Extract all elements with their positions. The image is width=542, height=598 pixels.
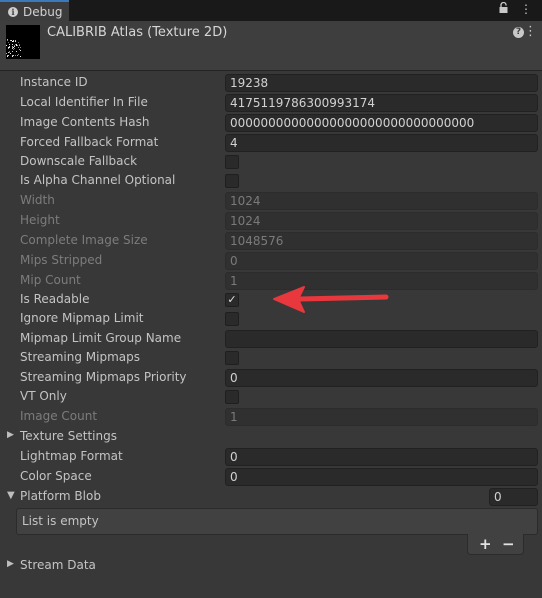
- row-lightmap-format: Lightmap Format 0: [0, 447, 542, 467]
- row-width: Width 1024: [0, 191, 542, 211]
- downscale-fallback-label: Downscale Fallback: [20, 154, 138, 168]
- texture-settings-label: Texture Settings: [20, 429, 117, 443]
- row-local-identifier-in-file: Local Identifier In File 4175119786300993…: [0, 93, 542, 113]
- mipmap-limit-group-name-field[interactable]: [225, 330, 538, 348]
- tab-bar: i Debug ⋮: [0, 0, 542, 21]
- mip-count-label: Mip Count: [20, 273, 81, 287]
- vt-only-label: VT Only: [20, 389, 67, 403]
- color-space-field[interactable]: 0: [225, 468, 538, 486]
- image-contents-hash-label: Image Contents Hash: [20, 115, 150, 129]
- vt-only-checkbox[interactable]: [225, 390, 239, 404]
- foldout-expanded-icon[interactable]: ▼: [7, 490, 15, 501]
- local-identifier-in-file-field[interactable]: 4175119786300993174: [225, 94, 538, 112]
- instance-id-label: Instance ID: [20, 75, 88, 89]
- inspector-header: CALIBRIB Atlas (Texture 2D) ? ⋮: [0, 21, 542, 71]
- is-alpha-channel-optional-label: Is Alpha Channel Optional: [20, 173, 176, 187]
- height-label: Height: [20, 213, 60, 227]
- lock-icon[interactable]: [499, 1, 508, 16]
- row-is-alpha-channel-optional: Is Alpha Channel Optional: [0, 171, 542, 191]
- tab-actions: ⋮: [499, 1, 532, 16]
- color-space-label: Color Space: [20, 469, 92, 483]
- complete-image-size-field: 1048576: [225, 232, 538, 250]
- row-forced-fallback-format: Forced Fallback Format 4: [0, 133, 542, 153]
- platform-blob-row[interactable]: ▼ Platform Blob 0: [0, 487, 542, 507]
- width-field: 1024: [225, 192, 538, 210]
- is-alpha-channel-optional-checkbox[interactable]: [225, 174, 239, 188]
- tab-label: Debug: [23, 4, 63, 19]
- ignore-mipmap-limit-checkbox[interactable]: [225, 312, 239, 326]
- lightmap-format-label: Lightmap Format: [20, 449, 123, 463]
- platform-blob-label: Platform Blob: [20, 489, 101, 503]
- is-readable-checkbox[interactable]: ✓: [225, 293, 239, 307]
- help-icon[interactable]: ?: [513, 27, 524, 38]
- row-mipmap-limit-group-name: Mipmap Limit Group Name: [0, 329, 542, 349]
- lightmap-format-field[interactable]: 0: [225, 448, 538, 466]
- row-downscale-fallback: Downscale Fallback: [0, 152, 542, 172]
- mips-stripped-label: Mips Stripped: [20, 253, 103, 267]
- stream-data-row[interactable]: ▶ Stream Data: [0, 556, 542, 576]
- platform-blob-size-field[interactable]: 0: [489, 488, 538, 506]
- row-color-space: Color Space 0: [0, 467, 542, 487]
- foldout-collapsed-icon[interactable]: ▶: [7, 559, 14, 569]
- instance-id-field[interactable]: 19238: [225, 74, 538, 92]
- info-icon: i: [8, 6, 18, 17]
- row-complete-image-size: Complete Image Size 1048576: [0, 231, 542, 251]
- row-streaming-mipmaps-priority: Streaming Mipmaps Priority 0: [0, 368, 542, 388]
- local-identifier-in-file-label: Local Identifier In File: [20, 95, 148, 109]
- texture-thumbnail: [6, 25, 40, 59]
- tab-debug[interactable]: i Debug: [0, 0, 69, 21]
- row-height: Height 1024: [0, 211, 542, 231]
- mips-stripped-field: 0: [225, 252, 538, 270]
- streaming-mipmaps-priority-field[interactable]: 0: [225, 369, 538, 387]
- row-instance-id: Instance ID 19238: [0, 73, 542, 93]
- row-vt-only: VT Only: [0, 387, 542, 407]
- list-footer: + −: [467, 534, 524, 555]
- stream-data-label: Stream Data: [20, 558, 96, 572]
- row-image-count: Image Count 1: [0, 407, 542, 427]
- platform-blob-list: List is empty: [16, 508, 538, 535]
- image-count-label: Image Count: [20, 409, 98, 423]
- width-label: Width: [20, 193, 55, 207]
- row-texture-settings[interactable]: ▶ Texture Settings: [0, 427, 542, 447]
- row-image-contents-hash: Image Contents Hash 000000000000000000000…: [0, 113, 542, 133]
- image-contents-hash-field[interactable]: 00000000000000000000000000000000: [225, 114, 538, 132]
- forced-fallback-format-label: Forced Fallback Format: [20, 135, 159, 149]
- is-readable-label: Is Readable: [20, 292, 90, 306]
- foldout-collapsed-icon[interactable]: ▶: [7, 430, 14, 440]
- add-element-button[interactable]: +: [479, 535, 492, 553]
- header-menu-icon[interactable]: ⋮: [524, 24, 537, 39]
- row-streaming-mipmaps: Streaming Mipmaps: [0, 348, 542, 368]
- streaming-mipmaps-label: Streaming Mipmaps: [20, 350, 141, 364]
- header-title: CALIBRIB Atlas (Texture 2D): [47, 25, 228, 40]
- forced-fallback-format-field[interactable]: 4: [225, 134, 538, 152]
- image-count-field: 1: [225, 408, 538, 426]
- mipmap-limit-group-name-label: Mipmap Limit Group Name: [20, 331, 182, 345]
- streaming-mipmaps-priority-label: Streaming Mipmaps Priority: [20, 370, 187, 384]
- height-field: 1024: [225, 212, 538, 230]
- downscale-fallback-checkbox[interactable]: [225, 155, 239, 169]
- list-empty-text: List is empty: [22, 514, 99, 528]
- complete-image-size-label: Complete Image Size: [20, 233, 148, 247]
- annotation-arrow-icon: [273, 286, 389, 313]
- row-mips-stripped: Mips Stripped 0: [0, 251, 542, 271]
- streaming-mipmaps-checkbox[interactable]: [225, 351, 239, 365]
- remove-element-button[interactable]: −: [502, 535, 515, 553]
- ignore-mipmap-limit-label: Ignore Mipmap Limit: [20, 311, 144, 325]
- kebab-menu-icon[interactable]: ⋮: [520, 2, 532, 16]
